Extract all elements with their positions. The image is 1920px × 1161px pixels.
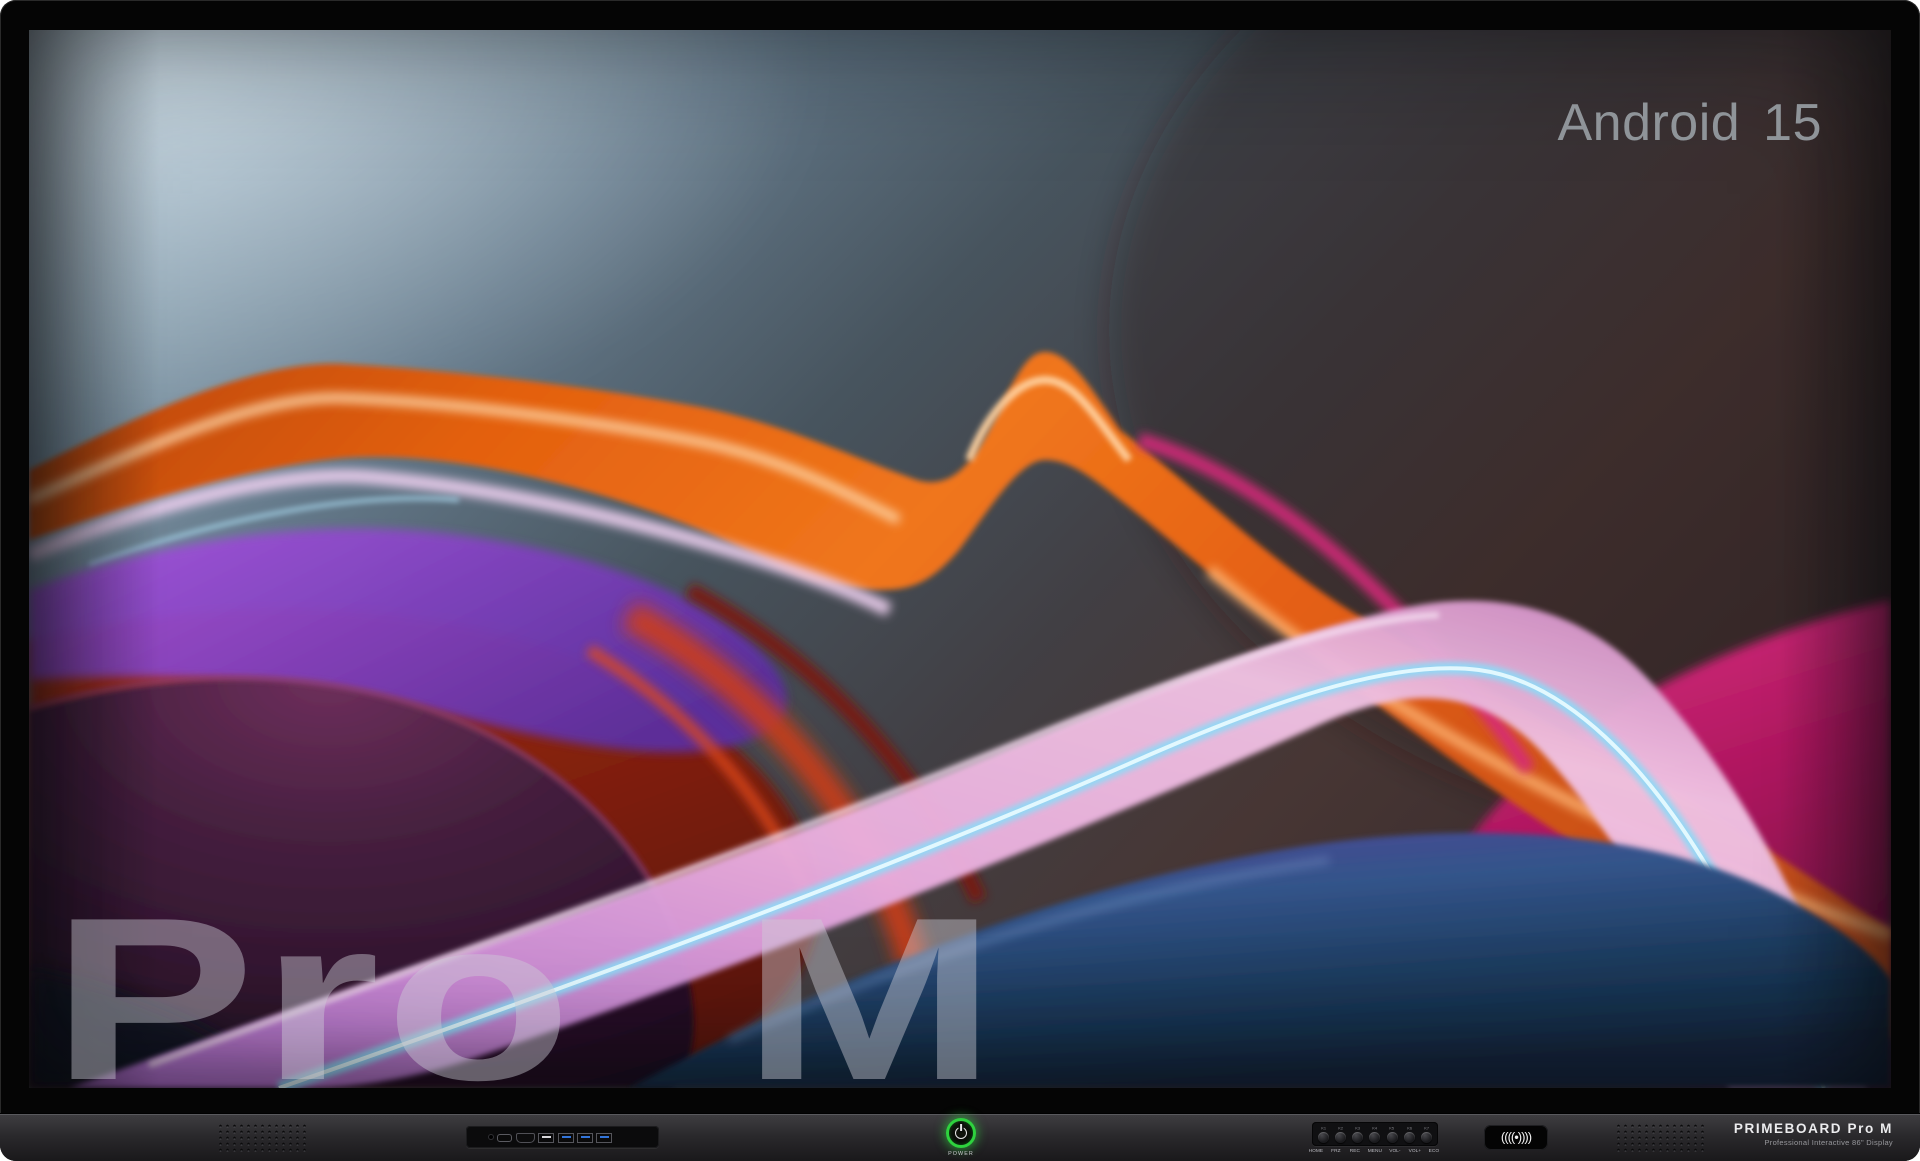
key-label-home: HOME xyxy=(1308,1149,1324,1154)
port-panel: USB HDMI TOUCH USB USB USB xyxy=(466,1126,659,1148)
usb-port-1 xyxy=(558,1133,574,1143)
key-id-label: K7 xyxy=(1424,1127,1429,1131)
speaker-grille-right xyxy=(1615,1123,1707,1153)
key-label-record: REC xyxy=(1347,1149,1363,1154)
key-button-record[interactable] xyxy=(1352,1132,1363,1143)
android-version-badge: Android 15 xyxy=(1557,93,1822,153)
key-label-menu: MENU xyxy=(1367,1149,1383,1154)
brand-name: PRIMEBOARD Pro M xyxy=(1734,1121,1893,1136)
power-label: POWER xyxy=(930,1151,991,1156)
key-label-freeze: FRZ xyxy=(1328,1149,1344,1154)
key-id-label: K5 xyxy=(1390,1127,1395,1131)
brand-tagline: Professional Interactive 86" Display xyxy=(1734,1138,1893,1147)
key-button-menu[interactable] xyxy=(1369,1132,1380,1143)
interactive-display-device: Android 15 Pro M USB HDMI TOUCH USB USB … xyxy=(0,0,1920,1161)
model-watermark: Pro M xyxy=(51,884,1002,1088)
function-keys-panel: K1 K2 K3 K4 K5 K6 K7 xyxy=(1312,1122,1438,1146)
usb-port-3 xyxy=(596,1133,612,1143)
key-button-vol-down[interactable] xyxy=(1387,1132,1398,1143)
power-control: POWER xyxy=(927,1118,995,1157)
mic-hole xyxy=(489,1135,493,1139)
usb-port-2 xyxy=(577,1133,593,1143)
key-button-vol-up[interactable] xyxy=(1404,1132,1415,1143)
front-control-bar: USB HDMI TOUCH USB USB USB POWER K1 K2 K… xyxy=(0,1113,1920,1161)
key-button-eco[interactable] xyxy=(1421,1132,1432,1143)
nfc-touch-area[interactable]: ((((•)))) xyxy=(1484,1125,1548,1150)
key-label-vol-down: VOL- xyxy=(1387,1149,1403,1154)
usb-touch-port xyxy=(538,1133,554,1143)
key-label-vol-up: VOL+ xyxy=(1407,1149,1423,1154)
key-id-label: K3 xyxy=(1355,1127,1360,1131)
power-button[interactable] xyxy=(946,1118,976,1148)
usb-c-port xyxy=(497,1134,512,1142)
key-button-freeze[interactable] xyxy=(1335,1132,1346,1143)
power-icon xyxy=(955,1127,967,1139)
hdmi-port xyxy=(516,1133,535,1143)
key-label-eco: ECO xyxy=(1426,1149,1442,1154)
nfc-signal-icon: ((((•)))) xyxy=(1501,1131,1531,1144)
function-keys-labels: HOME FRZ REC MENU VOL- VOL+ ECO xyxy=(1306,1148,1444,1154)
key-id-label: K2 xyxy=(1338,1127,1343,1131)
key-button-home[interactable] xyxy=(1318,1132,1329,1143)
key-id-label: K1 xyxy=(1321,1127,1326,1131)
key-id-label: K4 xyxy=(1373,1127,1378,1131)
speaker-grille-left xyxy=(217,1123,309,1153)
key-id-label: K6 xyxy=(1407,1127,1412,1131)
brand-block: PRIMEBOARD Pro M Professional Interactiv… xyxy=(1734,1121,1893,1147)
screen: Android 15 Pro M xyxy=(29,30,1891,1088)
